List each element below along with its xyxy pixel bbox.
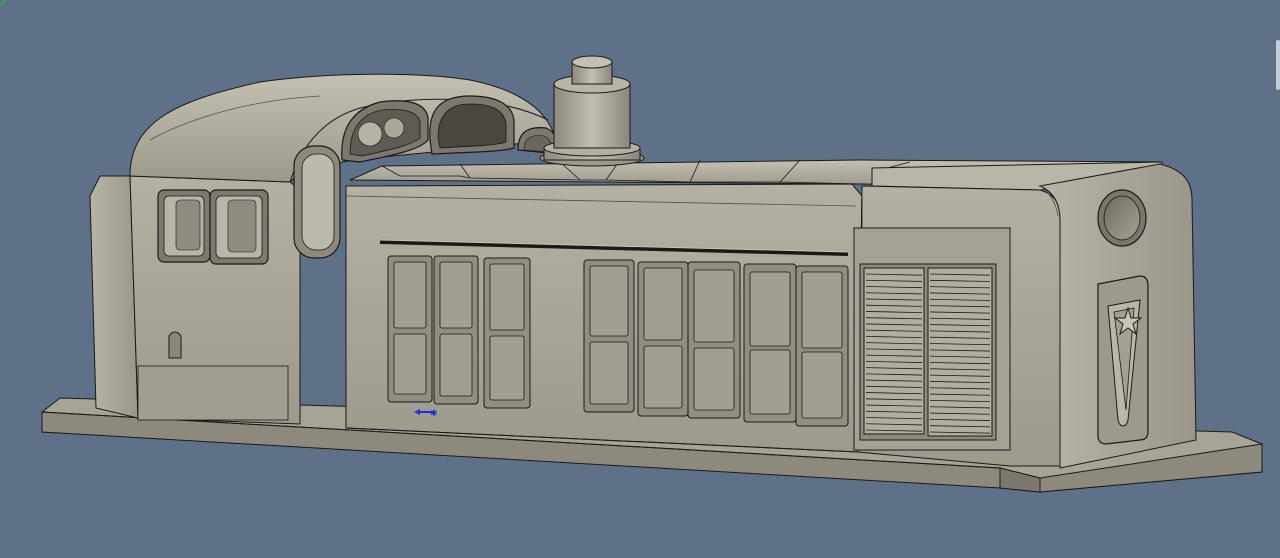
- cab-window-left: [157, 189, 211, 263]
- side-door: [795, 265, 849, 427]
- svg-text:✱: ✱: [430, 409, 438, 419]
- roof-porthole-2: [429, 95, 515, 155]
- side-door: [433, 255, 479, 405]
- star-emblem: [1097, 275, 1149, 445]
- scrollbar-thumb[interactable]: [1276, 40, 1280, 90]
- model-canvas[interactable]: ✱: [0, 0, 1280, 558]
- cab-door-handle: [168, 331, 182, 359]
- cab-window-right: [209, 189, 269, 265]
- side-door: [483, 257, 531, 409]
- side-door: [743, 263, 797, 423]
- exhaust-stack: [539, 55, 645, 167]
- side-door: [687, 261, 741, 419]
- side-doors-left-group: [387, 255, 531, 409]
- side-door: [387, 255, 433, 403]
- axis-triad-icon: [0, 0, 6, 6]
- hood-front-end: [1038, 163, 1197, 469]
- 3d-viewport[interactable]: ✱: [0, 0, 1280, 558]
- cab-front-window: [293, 145, 341, 259]
- side-doors-right-group: [583, 259, 849, 427]
- side-door: [583, 259, 635, 413]
- front-porthole: [1097, 189, 1147, 247]
- side-door: [637, 261, 689, 417]
